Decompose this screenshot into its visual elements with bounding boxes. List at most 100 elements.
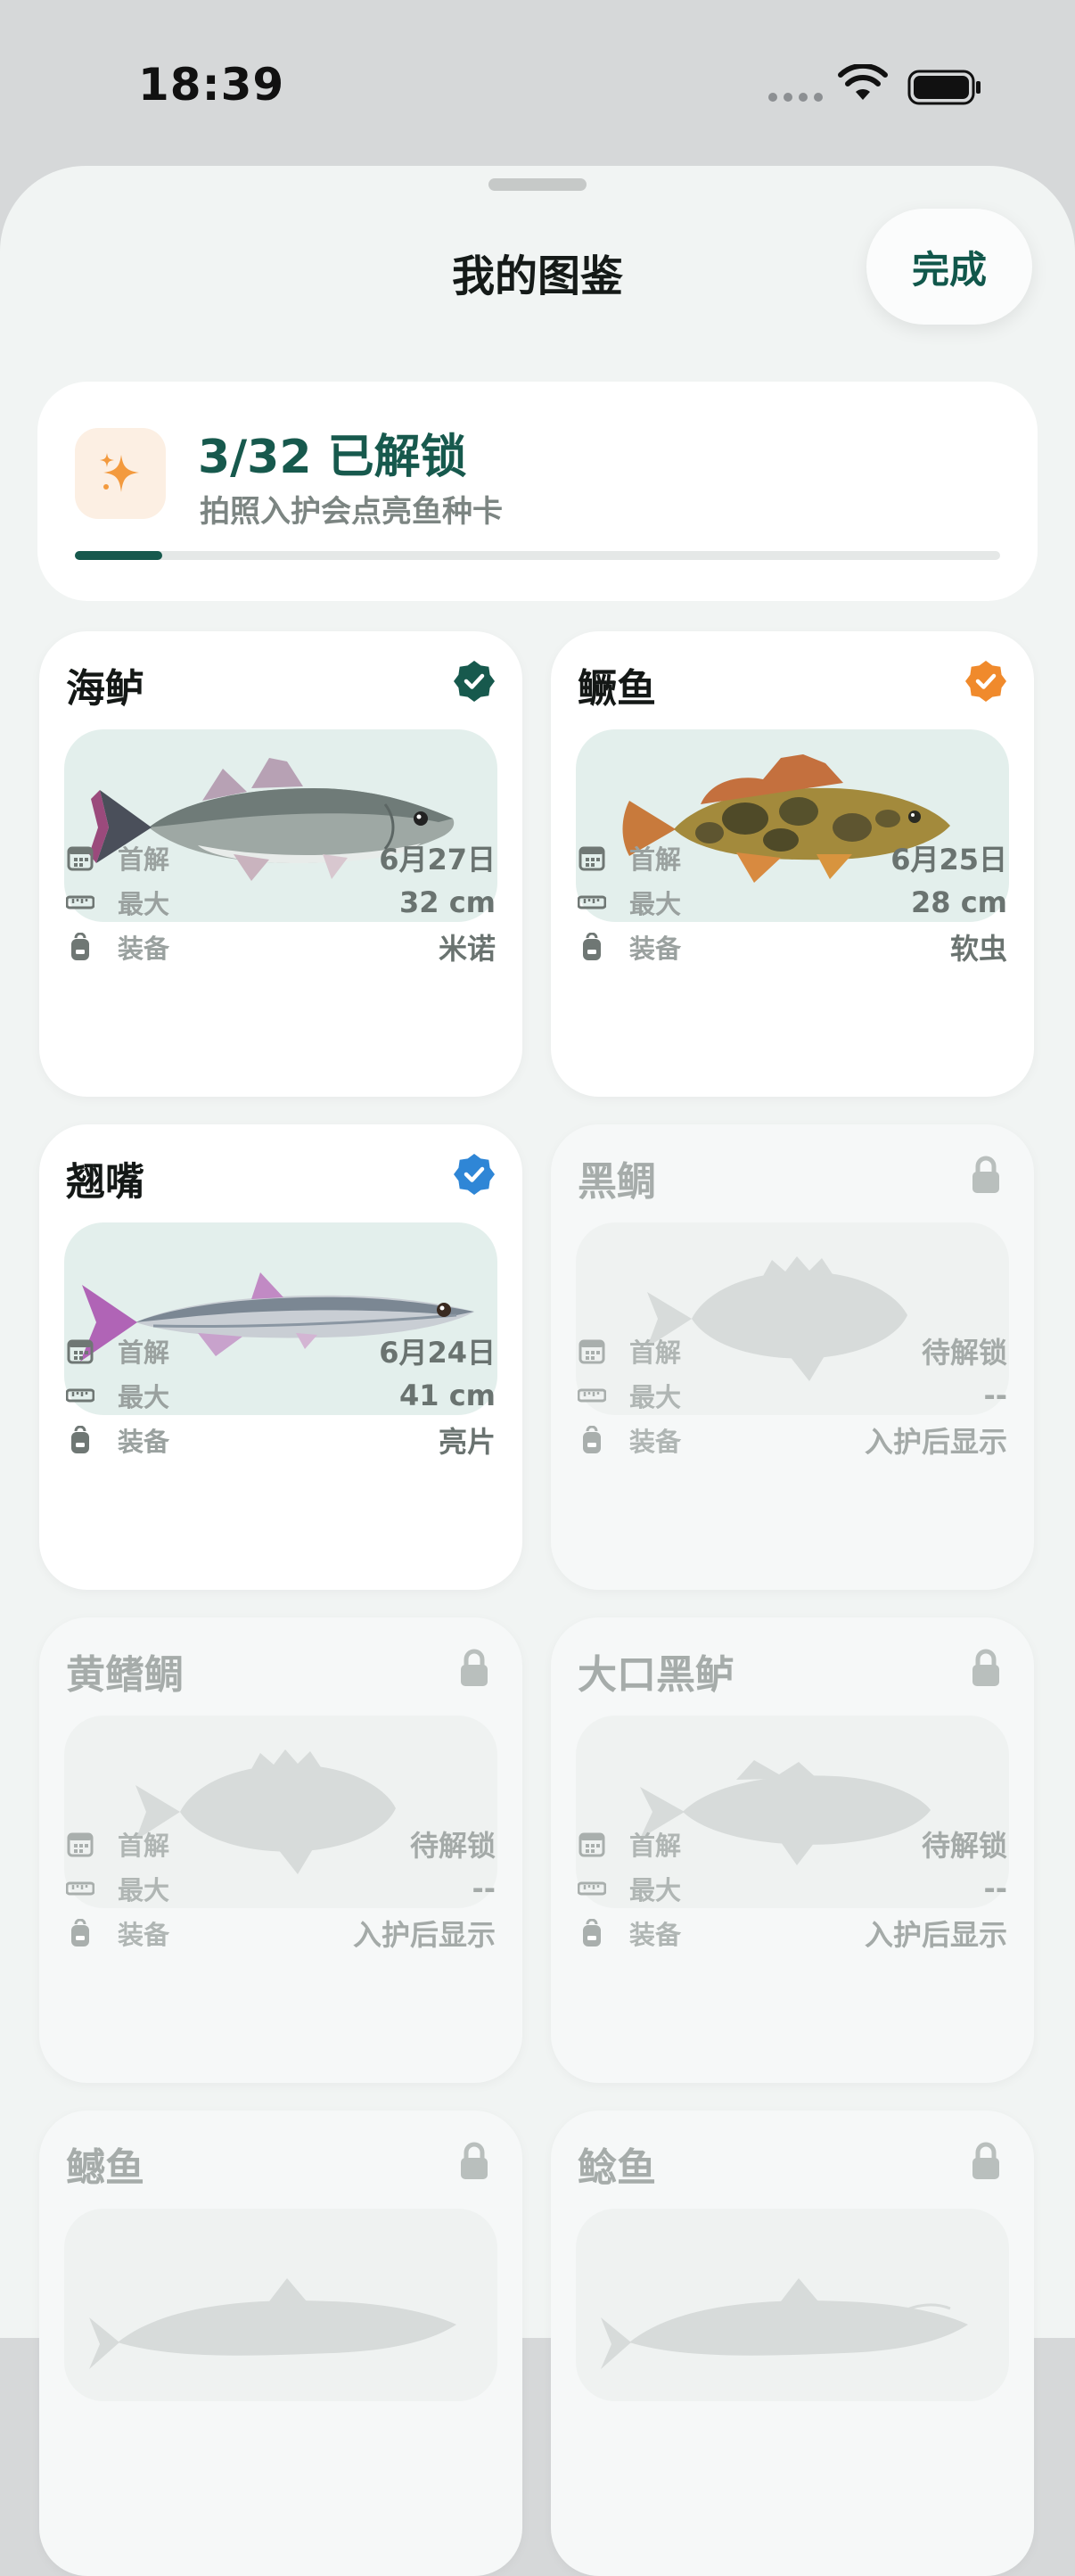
unlock-progress-bar xyxy=(75,551,1000,560)
species-name: 翘嘴 xyxy=(66,1159,144,1205)
first-value: 待解锁 xyxy=(409,1829,496,1863)
backpack-icon xyxy=(583,1426,601,1453)
species-name: 黄鳍鲷 xyxy=(66,1652,184,1698)
backpack-icon xyxy=(583,933,601,960)
max-label: 最大 xyxy=(118,889,170,919)
first-label: 首解 xyxy=(629,1831,682,1861)
gear-value: 入护后显示 xyxy=(864,1918,1007,1952)
battery-icon xyxy=(907,70,981,105)
gear-row: 装备 入护后显示 xyxy=(66,1913,496,1953)
lock-icon xyxy=(972,1156,999,1193)
species-card[interactable]: 鲶鱼 xyxy=(551,2111,1034,2576)
gear-value: 亮片 xyxy=(438,1425,496,1459)
gear-row: 装备 入护后显示 xyxy=(578,1913,1007,1953)
blue-check-badge-icon xyxy=(454,1154,495,1195)
max-label: 最大 xyxy=(629,1382,682,1412)
ruler-icon xyxy=(578,1881,606,1896)
species-image xyxy=(64,2209,497,2401)
max-value: -- xyxy=(983,1379,1007,1412)
max-size-row: 最大 -- xyxy=(578,1869,1007,1908)
backpack-icon xyxy=(71,1426,89,1453)
gear-value: 入护后显示 xyxy=(864,1425,1007,1459)
first-label: 首解 xyxy=(118,844,170,875)
species-card[interactable]: 黄鳍鲷首解 待解锁最大 -- 装备 入护后显示 xyxy=(39,1617,522,2083)
max-label: 最大 xyxy=(629,1875,682,1905)
summary-subtitle: 拍照入护会点亮鱼种卡 xyxy=(200,494,503,530)
species-name: 鳡鱼 xyxy=(66,2145,144,2191)
gear-label: 装备 xyxy=(629,934,682,964)
unlock-summary-card: 3/32 已解锁 拍照入护会点亮鱼种卡 xyxy=(37,382,1038,601)
ruler-icon xyxy=(66,1881,94,1896)
calendar-icon xyxy=(67,1339,94,1364)
species-card[interactable]: 鳡鱼 xyxy=(39,2111,522,2576)
ruler-icon xyxy=(578,895,606,909)
max-label: 最大 xyxy=(118,1875,170,1905)
calendar-icon xyxy=(67,846,94,871)
first-label: 首解 xyxy=(118,1337,170,1368)
gear-row: 装备 软虫 xyxy=(578,927,1007,967)
lock-icon xyxy=(461,1649,488,1686)
first-label: 首解 xyxy=(629,844,682,875)
first-value: 待解锁 xyxy=(921,1829,1007,1863)
status-time: 18:39 xyxy=(138,59,285,111)
max-value: 28 cm xyxy=(911,885,1007,919)
max-value: -- xyxy=(983,1872,1007,1905)
gear-row: 装备 入护后显示 xyxy=(578,1420,1007,1460)
gear-label: 装备 xyxy=(118,1920,170,1950)
gear-label: 装备 xyxy=(629,1920,682,1950)
sparkles-icon xyxy=(100,453,139,492)
calendar-icon xyxy=(579,1339,605,1364)
max-value: -- xyxy=(472,1872,496,1905)
gear-value: 米诺 xyxy=(438,932,496,966)
species-card[interactable]: 翘嘴 首解 6月24日 最大 41 cm 装备 亮片 xyxy=(39,1124,522,1590)
collection-sheet: 我的图鉴 完成 3/32 已解锁 拍照入护会点亮鱼种卡 海鲈 首解 6月27日 最大 3… xyxy=(0,166,1075,2576)
max-size-row: 最大 -- xyxy=(578,1376,1007,1415)
max-label: 最大 xyxy=(118,1382,170,1412)
first-catch-row: 首解 待解锁 xyxy=(578,1331,1007,1370)
max-size-row: 最大 28 cm xyxy=(578,883,1007,922)
orange-check-badge-icon xyxy=(965,661,1006,702)
lock-icon xyxy=(461,2142,488,2179)
species-card[interactable]: 海鲈 首解 6月27日 最大 32 cm 装备 米诺 xyxy=(39,631,522,1097)
species-name: 黑鲷 xyxy=(578,1159,656,1205)
cellular-signal-icon xyxy=(768,93,823,102)
status-bar: 18:39 xyxy=(0,0,1075,169)
catfish-silhouette-icon xyxy=(601,2278,968,2369)
species-name: 大口黑鲈 xyxy=(578,1652,734,1698)
lock-icon xyxy=(972,2142,999,2179)
species-card[interactable]: 大口黑鲈首解 待解锁最大 -- 装备 入护后显示 xyxy=(551,1617,1034,2083)
first-value: 待解锁 xyxy=(921,1336,1007,1370)
calendar-icon xyxy=(579,1832,605,1857)
species-image xyxy=(576,2209,1009,2401)
first-value: 6月24日 xyxy=(379,1336,496,1370)
max-label: 最大 xyxy=(629,889,682,919)
backpack-icon xyxy=(583,1919,601,1946)
max-size-row: 最大 32 cm xyxy=(66,883,496,922)
first-catch-row: 首解 6月24日 xyxy=(66,1331,496,1370)
gear-value: 入护后显示 xyxy=(352,1918,496,1952)
summary-icon-tile xyxy=(75,428,166,519)
first-value: 6月25日 xyxy=(890,843,1007,876)
first-label: 首解 xyxy=(118,1831,170,1861)
gear-label: 装备 xyxy=(629,1427,682,1457)
calendar-icon xyxy=(579,846,605,871)
first-label: 首解 xyxy=(629,1337,682,1368)
done-button[interactable]: 完成 xyxy=(866,209,1032,325)
gear-row: 装备 亮片 xyxy=(66,1420,496,1460)
first-value: 6月27日 xyxy=(379,843,496,876)
first-catch-row: 首解 6月27日 xyxy=(66,838,496,877)
species-card[interactable]: 鳜鱼 首解 6月25日 最大 28 cm 装备 软虫 xyxy=(551,631,1034,1097)
first-catch-row: 首解 待解锁 xyxy=(578,1824,1007,1864)
green-check-badge-icon xyxy=(454,661,495,702)
gear-label: 装备 xyxy=(118,934,170,964)
lock-icon xyxy=(972,1649,999,1686)
unlocked-count: 3/32 已解锁 xyxy=(198,431,467,484)
backpack-icon xyxy=(71,1919,89,1946)
yellowcheek-silhouette-icon xyxy=(89,2278,456,2369)
ruler-icon xyxy=(578,1388,606,1403)
unlock-progress-fill xyxy=(75,551,162,560)
species-card[interactable]: 黑鲷首解 待解锁最大 -- 装备 入护后显示 xyxy=(551,1124,1034,1590)
calendar-icon xyxy=(67,1832,94,1857)
sheet-grabber[interactable] xyxy=(488,178,587,191)
backpack-icon xyxy=(71,933,89,960)
